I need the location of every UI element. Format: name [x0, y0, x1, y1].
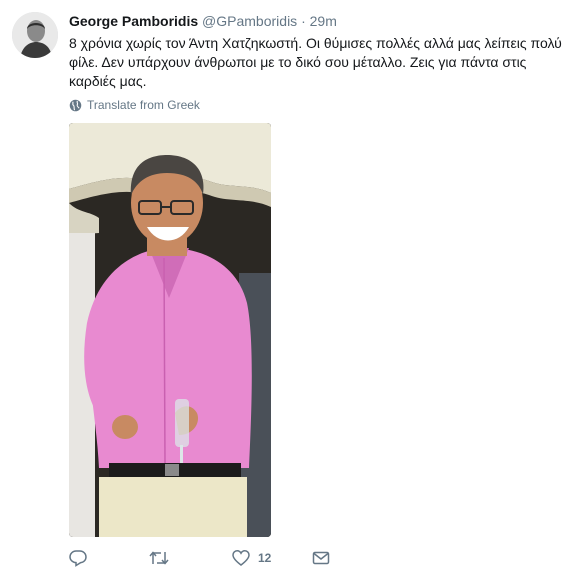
globe-icon: [69, 99, 82, 111]
tweet-text: 8 χρόνια χωρίς τον Άντη Χατζηκωστή. Οι θ…: [69, 34, 569, 91]
reply-icon: [69, 550, 87, 567]
tweet-header: George Pamboridis @GPamboridis · 29m: [69, 12, 569, 30]
reply-button[interactable]: [69, 549, 87, 567]
separator-dot: ·: [301, 13, 306, 29]
tweet-text-line: καρδιές μας.: [69, 73, 147, 89]
retweet-button[interactable]: [149, 549, 169, 567]
envelope-icon: [312, 551, 330, 565]
timestamp[interactable]: 29m: [310, 13, 337, 29]
heart-icon: [232, 550, 250, 566]
translate-label: Translate from Greek: [87, 98, 200, 112]
tweet-photo[interactable]: [69, 123, 271, 537]
like-count: 12: [258, 551, 272, 565]
like-button[interactable]: 12: [232, 549, 271, 567]
tweet-actions: 12: [69, 549, 489, 569]
direct-message-button[interactable]: [312, 549, 330, 567]
retweet-icon: [149, 551, 169, 565]
author-handle[interactable]: @GPamboridis: [202, 13, 297, 29]
translate-link[interactable]: Translate from Greek: [69, 96, 200, 114]
author-name[interactable]: George Pamboridis: [69, 13, 198, 29]
tweet-text-line: 8 χρόνια χωρίς τον Άντη Χατζηκωστή. Οι θ…: [69, 35, 562, 51]
tweet-text-line: φίλε. Δεν υπάρχουν άνθρωποι με το δικό σ…: [69, 54, 527, 70]
avatar[interactable]: [12, 12, 58, 58]
tweet[interactable]: George Pamboridis @GPamboridis · 29m 8 χ…: [0, 0, 582, 577]
